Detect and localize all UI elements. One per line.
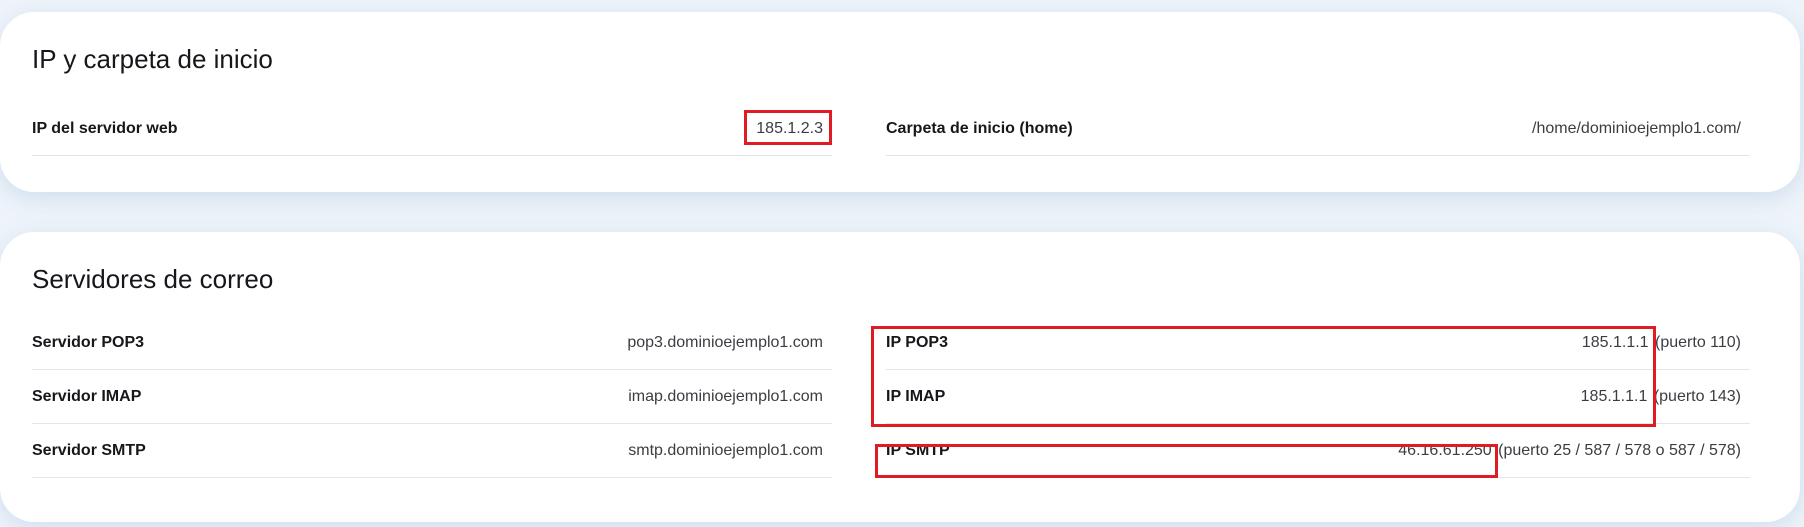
imap-server-row: Servidor IMAP imap.dominioejemplo1.com [32,372,832,424]
mail-servers-card: Servidores de correo Servidor POP3 pop3.… [0,232,1800,522]
pop3-ip-label: IP POP3 [886,333,948,351]
smtp-ip-label: IP SMTP [886,441,950,459]
pop3-ip-value: 185.1.1.1 (puerto 110) [1582,334,1750,354]
imap-ip-row: IP IMAP 185.1.1.1 (puerto 143) [886,372,1750,424]
pop3-ip-row: IP POP3 185.1.1.1 (puerto 110) [886,318,1750,370]
ip-section-title: IP y carpeta de inicio [32,44,273,74]
smtp-server-label: Servidor SMTP [32,441,146,459]
pop3-server-value: pop3.dominioejemplo1.com [627,333,823,351]
imap-server-label: Servidor IMAP [32,387,142,405]
web-ip-value: 185.1.2.3 [756,119,823,137]
imap-server-value: imap.dominioejemplo1.com [628,387,823,405]
smtp-server-row: Servidor SMTP smtp.dominioejemplo1.com [32,426,832,478]
home-folder-row: Carpeta de inicio (home) /home/dominioej… [886,104,1750,156]
web-ip-label: IP del servidor web [32,119,178,137]
pop3-ip-port: (puerto 110) [1655,333,1741,351]
smtp-ip-value: 46.16.61.250 (puerto 25 / 587 / 578 o 58… [1398,442,1750,462]
imap-ip-value: 185.1.1.1 (puerto 143) [1581,388,1750,408]
web-ip-row: IP del servidor web 185.1.2.3 [32,104,832,156]
mail-section-title: Servidores de correo [32,264,274,294]
smtp-server-value: smtp.dominioejemplo1.com [628,441,823,459]
pop3-server-label: Servidor POP3 [32,333,145,351]
pop3-server-row: Servidor POP3 pop3.dominioejemplo1.com [32,318,832,370]
smtp-ip-address: 46.16.61.250 [1398,441,1492,459]
imap-ip-address: 185.1.1.1 [1580,387,1648,405]
home-folder-value: /home/dominioejemplo1.com/ [1532,119,1741,137]
smtp-ip-row: IP SMTP 46.16.61.250 (puerto 25 / 587 / … [886,426,1750,478]
imap-ip-port: (puerto 143) [1653,387,1741,405]
home-folder-label: Carpeta de inicio (home) [886,119,1073,137]
pop3-ip-address: 185.1.1.1 [1581,333,1649,351]
smtp-ip-port: (puerto 25 / 587 / 578 o 587 / 578) [1498,441,1741,459]
ip-home-card: IP y carpeta de inicio IP del servidor w… [0,12,1800,192]
imap-ip-label: IP IMAP [886,387,946,405]
